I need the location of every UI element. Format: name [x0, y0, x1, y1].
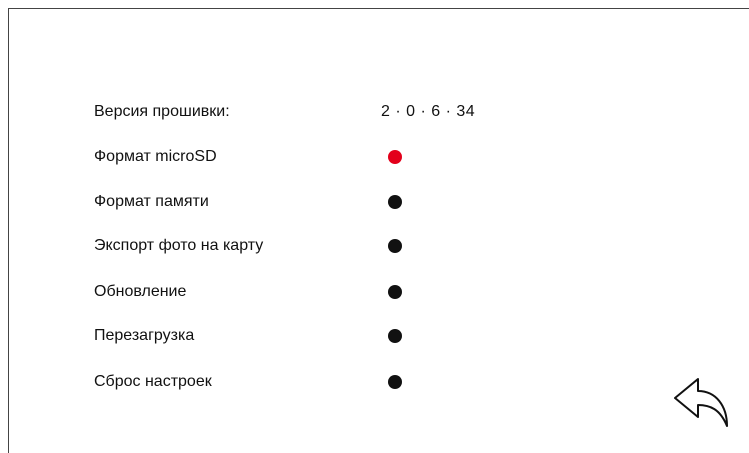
menu-item-reboot[interactable]: Перезагрузка	[94, 324, 534, 348]
frame-left-border	[8, 8, 9, 453]
menu-item-label: Экспорт фото на карту	[94, 237, 264, 254]
firmware-version-label: Версия прошивки:	[94, 103, 230, 120]
menu-item-update[interactable]: Обновление	[94, 280, 534, 304]
indicator-dot[interactable]	[388, 239, 402, 253]
menu-item-reset-settings[interactable]: Сброс настроек	[94, 370, 534, 394]
menu-item-label: Сброс настроек	[94, 373, 212, 390]
menu-item-label: Обновление	[94, 283, 187, 300]
indicator-dot[interactable]	[388, 285, 402, 299]
menu-item-label: Перезагрузка	[94, 327, 195, 344]
selected-indicator-dot[interactable]	[388, 150, 402, 164]
menu-item-export-photos[interactable]: Экспорт фото на карту	[94, 234, 534, 258]
menu-item-label: Формат microSD	[94, 148, 217, 165]
indicator-dot[interactable]	[388, 329, 402, 343]
menu-item-format-microsd[interactable]: Формат microSD	[94, 145, 534, 169]
menu-item-format-memory[interactable]: Формат памяти	[94, 190, 534, 214]
firmware-version-value: 2 · 0 · 6 · 34	[381, 103, 476, 120]
back-button[interactable]	[672, 376, 730, 430]
menu-item-label: Формат памяти	[94, 193, 209, 210]
indicator-dot[interactable]	[388, 375, 402, 389]
firmware-version-row: Версия прошивки: 2 · 0 · 6 · 34	[94, 100, 534, 124]
frame-top-border	[8, 8, 749, 9]
indicator-dot[interactable]	[388, 195, 402, 209]
back-arrow-icon	[674, 378, 728, 427]
